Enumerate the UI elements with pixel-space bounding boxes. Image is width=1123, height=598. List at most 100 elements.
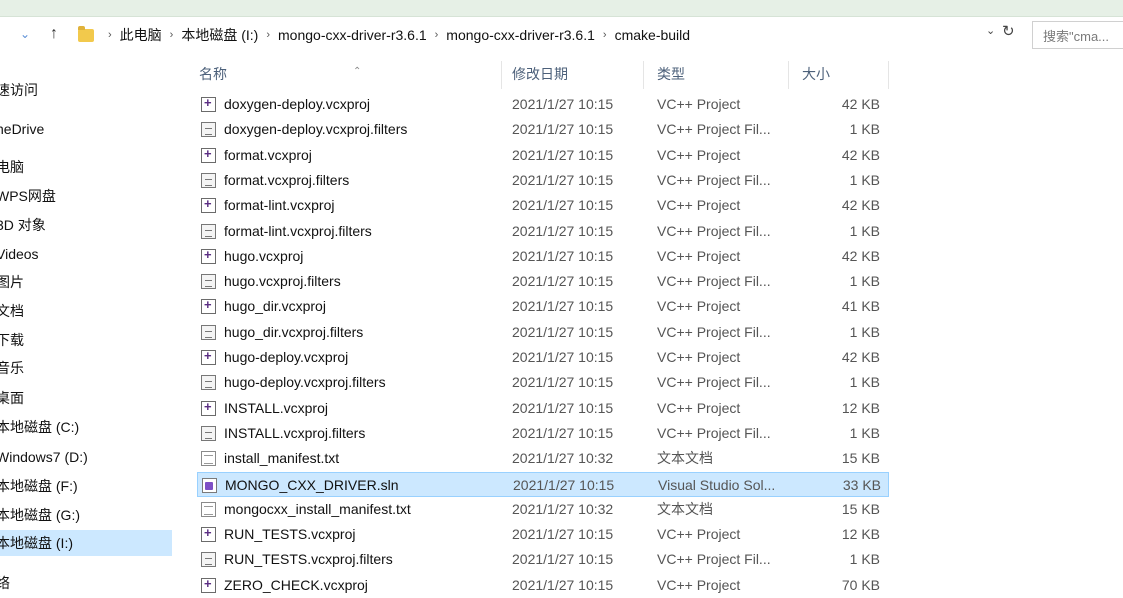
- file-name: format-lint.vcxproj: [224, 197, 335, 214]
- file-name: install_manifest.txt: [224, 450, 340, 467]
- file-type: VC++ Project: [657, 197, 741, 214]
- sidebar-item[interactable]: 下载: [0, 327, 172, 353]
- file-modified-date: 2021/1/27 10:32: [512, 450, 614, 467]
- file-name: RUN_TESTS.vcxproj.filters: [224, 551, 393, 568]
- file-type: 文本文档: [657, 450, 713, 467]
- sidebar-item[interactable]: neDrive: [0, 116, 172, 142]
- sidebar-item[interactable]: 速访问: [0, 77, 172, 103]
- sidebar-item-label: WPS网盘: [0, 188, 56, 204]
- breadcrumb-item[interactable]: 此电脑: [120, 25, 162, 45]
- sidebar-item[interactable]: Videos: [0, 241, 172, 267]
- breadcrumb-separator-icon[interactable]: ›: [435, 29, 439, 41]
- up-arrow-icon[interactable]: ↑: [44, 23, 64, 45]
- file-row[interactable]: MONGO_CXX_DRIVER.sln 2021/1/27 10:15 Visua…: [197, 471, 889, 497]
- sidebar-item[interactable]: Windows7 (D:): [0, 444, 172, 470]
- file-size: 33 KB: [842, 476, 881, 493]
- file-modified-date: 2021/1/27 10:15: [512, 298, 614, 315]
- recent-locations-chevron-icon[interactable]: ⌄: [16, 25, 34, 43]
- sidebar-item[interactable]: WPS网盘: [0, 183, 172, 209]
- file-row[interactable]: install_manifest.txt 2021/1/27 10:32 文本文档 1…: [197, 446, 889, 471]
- file-row[interactable]: INSTALL.vcxproj.filters 2021/1/27 10:15 VC…: [197, 421, 889, 446]
- vcxproj-file-icon: [201, 297, 216, 315]
- file-name: hugo_dir.vcxproj: [224, 298, 326, 315]
- file-type: VC++ Project Fil...: [657, 273, 771, 290]
- file-type: VC++ Project: [657, 298, 741, 315]
- file-size: 1 KB: [849, 222, 880, 239]
- file-row[interactable]: hugo_dir.vcxproj 2021/1/27 10:15 VC++ Proj…: [197, 294, 889, 319]
- file-row[interactable]: format.vcxproj.filters 2021/1/27 10:15 VC+…: [197, 168, 889, 193]
- column-header-name[interactable]: 名称 ⌃: [199, 59, 361, 89]
- column-header-name-label: 名称: [199, 66, 227, 82]
- file-row[interactable]: format.vcxproj 2021/1/27 10:15 VC++ Projec…: [197, 143, 889, 168]
- file-row[interactable]: hugo.vcxproj.filters 2021/1/27 10:15 VC++ …: [197, 269, 889, 294]
- file-row[interactable]: mongocxx_install_manifest.txt 2021/1/27 1…: [197, 497, 889, 522]
- sidebar-item[interactable]: 电脑: [0, 154, 172, 180]
- file-row[interactable]: INSTALL.vcxproj 2021/1/27 10:15 VC++ Proje…: [197, 396, 889, 421]
- column-divider[interactable]: [788, 61, 789, 89]
- file-row[interactable]: doxygen-deploy.vcxproj 2021/1/27 10:15 VC+…: [197, 92, 889, 117]
- column-header-size[interactable]: 大小: [802, 59, 830, 89]
- file-row[interactable]: doxygen-deploy.vcxproj.filters 2021/1/27 …: [197, 117, 889, 142]
- sidebar-item-label: 络: [0, 575, 10, 591]
- breadcrumb-separator-icon[interactable]: ›: [108, 29, 112, 41]
- sidebar-item-label: Videos: [0, 246, 39, 262]
- sidebar-item[interactable]: 桌面: [0, 385, 172, 411]
- file-modified-date: 2021/1/27 10:15: [512, 121, 614, 138]
- file-row[interactable]: format-lint.vcxproj 2021/1/27 10:15 VC++ P…: [197, 193, 889, 218]
- breadcrumb-item[interactable]: cmake-build: [615, 27, 690, 43]
- address-bar[interactable]: › 此电脑 › 本地磁盘 (I:) › mongo-cxx-driver-r3.6.1 › m…: [72, 21, 1024, 49]
- file-row[interactable]: hugo_dir.vcxproj.filters 2021/1/27 10:15 V…: [197, 320, 889, 345]
- file-type: VC++ Project Fil...: [657, 374, 771, 391]
- file-name: format.vcxproj.filters: [224, 171, 350, 188]
- breadcrumb-separator-icon[interactable]: ›: [170, 29, 174, 41]
- text-file-icon: [201, 451, 216, 467]
- file-row[interactable]: hugo-deploy.vcxproj 2021/1/27 10:15 VC++ P…: [197, 345, 889, 370]
- column-divider[interactable]: [643, 61, 644, 89]
- file-size: 1 KB: [849, 424, 880, 441]
- file-size: 42 KB: [841, 247, 880, 264]
- refresh-icon[interactable]: ↻: [1002, 22, 1015, 40]
- column-divider[interactable]: [501, 61, 502, 89]
- breadcrumb-item[interactable]: mongo-cxx-driver-r3.6.1: [446, 27, 595, 43]
- sidebar-item[interactable]: 络: [0, 570, 172, 596]
- sidebar-item[interactable]: 本地磁盘 (F:): [0, 473, 172, 499]
- file-row[interactable]: hugo.vcxproj 2021/1/27 10:15 VC++ Project 4…: [197, 244, 889, 269]
- solution-file-icon: [202, 477, 217, 493]
- file-type: VC++ Project: [657, 96, 741, 112]
- breadcrumb-separator-icon[interactable]: ›: [266, 29, 270, 41]
- file-modified-date: 2021/1/27 10:15: [512, 551, 614, 568]
- breadcrumb-item[interactable]: 本地磁盘 (I:): [181, 25, 258, 45]
- address-dropdown-chevron-icon[interactable]: ⌄: [986, 24, 995, 37]
- file-name: format.vcxproj: [224, 146, 312, 163]
- vcxproj-file-icon: [201, 146, 216, 163]
- file-size: 1 KB: [849, 551, 880, 568]
- vcxproj-file-icon: [201, 399, 216, 416]
- file-row[interactable]: hugo-deploy.vcxproj.filters 2021/1/27 10:…: [197, 370, 889, 395]
- sidebar-item[interactable]: 图片: [0, 269, 172, 295]
- sidebar-item-label: 桌面: [0, 390, 24, 406]
- sidebar-item[interactable]: 本地磁盘 (C:): [0, 414, 172, 440]
- sidebar-item[interactable]: 本地磁盘 (I:): [0, 530, 172, 556]
- vcxproj-file-icon: [201, 95, 216, 112]
- search-input[interactable]: 搜索"cma...: [1032, 21, 1123, 49]
- file-name: MONGO_CXX_DRIVER.sln: [225, 476, 399, 493]
- column-header-date[interactable]: 修改日期: [512, 59, 568, 89]
- breadcrumb-separator-icon[interactable]: ›: [603, 29, 607, 41]
- file-modified-date: 2021/1/27 10:15: [512, 399, 614, 416]
- file-name: INSTALL.vcxproj: [224, 399, 328, 416]
- file-row[interactable]: RUN_TESTS.vcxproj.filters 2021/1/27 10:15…: [197, 547, 889, 572]
- sidebar-item[interactable]: 3D 对象: [0, 212, 172, 238]
- sidebar-item[interactable]: 音乐: [0, 355, 172, 381]
- column-divider[interactable]: [888, 61, 889, 89]
- sidebar-item-label: 文档: [0, 303, 24, 319]
- sidebar-item[interactable]: 本地磁盘 (G:): [0, 502, 172, 528]
- sidebar-item[interactable]: 文档: [0, 298, 172, 324]
- file-size: 1 KB: [849, 121, 880, 138]
- file-row[interactable]: RUN_TESTS.vcxproj 2021/1/27 10:15 VC++ Pro…: [197, 522, 889, 547]
- breadcrumb-item[interactable]: mongo-cxx-driver-r3.6.1: [278, 27, 427, 43]
- sort-ascending-icon: ⌃: [353, 66, 362, 77]
- file-type: VC++ Project Fil...: [657, 323, 771, 340]
- file-row[interactable]: format-lint.vcxproj.filters 2021/1/27 10:…: [197, 219, 889, 244]
- navigation-pane: 速访问 neDrive 电脑 WPS网盘 3D 对象 Videos 图片文档下载 音乐桌面本地…: [0, 55, 172, 594]
- column-header-type[interactable]: 类型: [657, 59, 685, 89]
